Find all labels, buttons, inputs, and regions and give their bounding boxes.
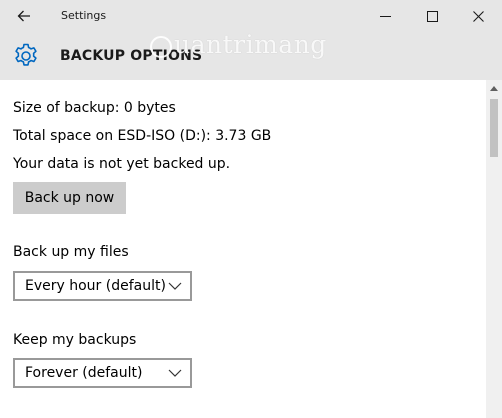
backup-frequency-value: Every hour (default) [25, 278, 166, 294]
close-icon [472, 11, 484, 22]
scroll-up-button[interactable] [486, 80, 502, 96]
close-button[interactable] [455, 0, 501, 33]
title-bar: Settings [0, 0, 502, 33]
maximize-icon [426, 11, 438, 22]
backup-options-panel: Size of backup: 0 bytes Total space on E… [0, 80, 486, 418]
back-arrow-icon [17, 10, 30, 22]
total-space-text: Total space on ESD-ISO (D:): 3.73 GB [13, 128, 272, 144]
keep-backups-dropdown[interactable]: Forever (default) [13, 358, 192, 388]
chevron-down-icon [168, 282, 182, 290]
backup-status-text: Your data is not yet backed up. [13, 156, 231, 172]
window-title: Settings [61, 9, 107, 22]
chevron-down-icon [168, 369, 182, 377]
keep-backups-value: Forever (default) [25, 365, 143, 381]
minimize-button[interactable] [362, 0, 408, 33]
backup-frequency-dropdown[interactable]: Every hour (default) [13, 271, 192, 301]
page-title: BACKUP OPTIONS [60, 48, 203, 64]
scrollbar-thumb[interactable] [490, 99, 498, 157]
minimize-icon [379, 16, 391, 17]
back-button[interactable] [8, 3, 40, 29]
backup-frequency-label: Back up my files [13, 244, 129, 260]
keep-backups-label: Keep my backups [13, 332, 137, 348]
back-up-now-button[interactable]: Back up now [13, 182, 126, 214]
maximize-button[interactable] [409, 0, 455, 33]
vertical-scrollbar[interactable] [486, 80, 502, 418]
settings-window: Settings BACKUP OPTIONS uantrimang Size … [0, 0, 502, 418]
backup-size-text: Size of backup: 0 bytes [13, 100, 176, 116]
page-header: BACKUP OPTIONS [0, 33, 502, 80]
scroll-up-arrow-icon [490, 85, 498, 91]
gear-icon [15, 43, 37, 66]
